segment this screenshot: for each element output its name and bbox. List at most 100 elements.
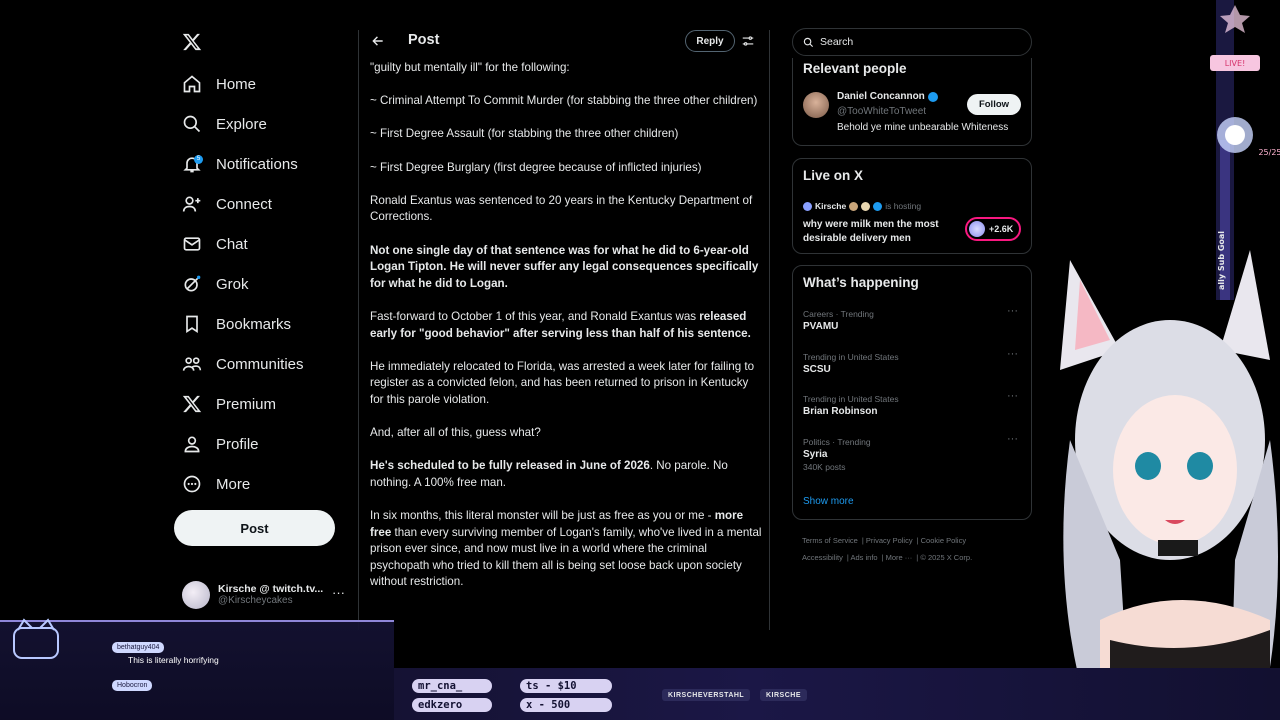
nav-item-chat[interactable]: Chat <box>182 231 248 257</box>
more-options-icon[interactable]: ··· <box>1007 348 1018 360</box>
space-title: why were milk men the most desirable del… <box>803 219 939 244</box>
post-paragraph: Not one single day of that sentence was … <box>370 243 762 293</box>
trend-meta: Careers · Trending <box>803 309 874 319</box>
trend-meta: Trending in United States <box>803 352 899 362</box>
nav-item-explore[interactable]: Explore <box>182 111 267 137</box>
post-header: Post Reply <box>359 30 769 54</box>
trend-item[interactable]: Careers · Trending PVAMU ··· <box>803 305 1023 332</box>
search-icon <box>183 115 201 133</box>
avatar <box>182 581 210 609</box>
listener-avatar <box>969 221 985 237</box>
post-text: Ronald Exantus was sentenced to 20 years… <box>370 193 753 224</box>
trend-name: SCSU <box>803 364 831 375</box>
footer-link[interactable]: Cookie Policy <box>921 536 966 545</box>
person-add-icon <box>182 196 201 212</box>
post-paragraph: In six months, this literal monster will… <box>370 508 762 591</box>
post-text: In six months, this literal monster will… <box>370 509 715 523</box>
post-bold-text: Not one single day of that sentence was … <box>370 243 759 290</box>
live-on-x-card[interactable]: Live on X Kirsche is hosting why were mi… <box>792 158 1032 254</box>
post-paragraph: And, after all of this, guess what? <box>370 425 762 442</box>
footer-links: Terms of Service | Privacy Policy | Cookie… <box>802 536 973 562</box>
bookmark-icon <box>186 315 198 334</box>
x-logo-icon <box>182 395 202 413</box>
footer-link[interactable]: Accessibility <box>802 553 843 562</box>
live-host: Kirsche is hosting <box>803 201 921 211</box>
trend-posts: 340K posts <box>803 462 846 472</box>
footer-link[interactable]: Terms of Service <box>802 536 858 545</box>
nav-item-profile[interactable]: Profile <box>182 431 259 457</box>
trend-item[interactable]: Trending in United States SCSU ··· <box>803 348 1023 375</box>
compose-post-button[interactable]: Post <box>174 510 335 546</box>
post-paragraph: He immediately relocated to Florida, was… <box>370 359 762 409</box>
guest-avatar <box>861 201 871 211</box>
goal-counter: 25/25 <box>1258 148 1280 157</box>
post-text: "guilty but mentally ill" for the follow… <box>370 61 570 74</box>
footer-link[interactable]: More ··· <box>886 553 913 562</box>
more-options-icon[interactable]: ··· <box>1007 305 1018 317</box>
whats-happening-title: What’s happening <box>803 275 919 290</box>
back-arrow-icon[interactable] <box>371 34 385 48</box>
copyright: © 2025 X Corp. <box>920 553 973 562</box>
stream-chat-panel: bethatguy404 This is literally horrifyin… <box>0 618 394 720</box>
search-placeholder: Search <box>820 36 854 48</box>
avatar[interactable] <box>803 92 829 118</box>
relevant-people-title: Relevant people <box>803 61 907 76</box>
trend-meta: Politics · Trending <box>803 437 871 447</box>
nav-label: More <box>216 475 251 493</box>
follow-button[interactable]: Follow <box>967 94 1021 115</box>
search-input[interactable]: Search <box>792 28 1032 56</box>
stream-bottom-bar <box>394 668 1280 720</box>
more-circle-icon <box>183 475 201 493</box>
show-more-link[interactable]: Show more <box>803 496 854 507</box>
post-paragraph: Fast-forward to October 1 of this year, … <box>370 309 762 342</box>
post-text: He immediately relocated to Florida, was… <box>370 359 755 406</box>
nav-item-communities[interactable]: Communities <box>182 351 304 377</box>
trend-name: Brian Robinson <box>803 406 878 417</box>
nav-label: Chat <box>216 235 248 253</box>
footer-link[interactable]: Ads info <box>850 553 877 562</box>
listener-count: +2.6K <box>989 224 1014 234</box>
sliders-icon[interactable] <box>741 34 755 48</box>
post-body: "guilty but mentally ill" for the follow… <box>370 60 762 608</box>
post-text: And, after all of this, guess what? <box>370 426 541 440</box>
social-chip: KIRSCHEVERSTAHL <box>662 689 751 701</box>
chat-username: bethatguy404 <box>112 642 165 653</box>
profile-handle: @Kirscheycakes <box>218 595 293 607</box>
relevant-person-name[interactable]: Daniel Concannon <box>837 91 938 102</box>
nav-item-premium[interactable]: Premium <box>182 391 276 417</box>
account-switcher[interactable]: Kirsche @ twitch.tv... @Kirscheycakes ··… <box>182 579 352 611</box>
x-logo-icon[interactable] <box>182 32 202 52</box>
relevant-person-bio: Behold ye mine unbearable Whiteness <box>837 122 1009 133</box>
post-text: Fast-forward to October 1 of this year, … <box>370 309 700 323</box>
home-icon <box>183 75 201 93</box>
cat-mascot-icon <box>13 618 59 659</box>
nav-item-grok[interactable]: Grok <box>182 271 249 297</box>
more-options-icon[interactable]: ··· <box>1007 390 1018 402</box>
nav-label: Profile <box>216 435 259 453</box>
trend-item[interactable]: Trending in United States Brian Robinson… <box>803 390 1023 417</box>
chat-message: This is literally horrifying <box>128 655 219 665</box>
relevant-person-handle: @TooWhiteToTweet <box>837 106 927 117</box>
nav-item-bookmarks[interactable]: Bookmarks <box>182 311 291 337</box>
post-paragraph: "guilty but mentally ill" for the follow… <box>370 60 762 77</box>
host-avatar <box>803 201 812 211</box>
nav-item-more[interactable]: More <box>182 471 250 497</box>
reply-button[interactable]: Reply <box>685 30 735 52</box>
notification-badge: 5 <box>194 155 203 164</box>
nav-label: Connect <box>216 195 272 213</box>
nav-item-connect[interactable]: Connect <box>182 191 272 217</box>
ticker-label: edkzero <box>412 698 492 712</box>
hosting-text: is hosting <box>885 201 922 211</box>
nav-item-notifications[interactable]: 5 Notifications <box>182 151 298 177</box>
whats-happening-card: What’s happening Careers · Trending PVAM… <box>792 265 1032 520</box>
trend-name: PVAMU <box>803 321 839 332</box>
nav-label: Grok <box>216 275 249 293</box>
nav-label: Explore <box>216 115 267 133</box>
more-options-icon[interactable]: ··· <box>332 585 345 600</box>
trend-item[interactable]: Politics · Trending Syria 340K posts ··· <box>803 433 1023 472</box>
more-options-icon[interactable]: ··· <box>1007 433 1018 445</box>
post-column: "guilty but mentally ill" for the follow… <box>358 30 770 630</box>
listeners-pill[interactable]: +2.6K <box>965 217 1021 241</box>
nav-item-home[interactable]: Home <box>182 71 256 97</box>
footer-link[interactable]: Privacy Policy <box>866 536 913 545</box>
